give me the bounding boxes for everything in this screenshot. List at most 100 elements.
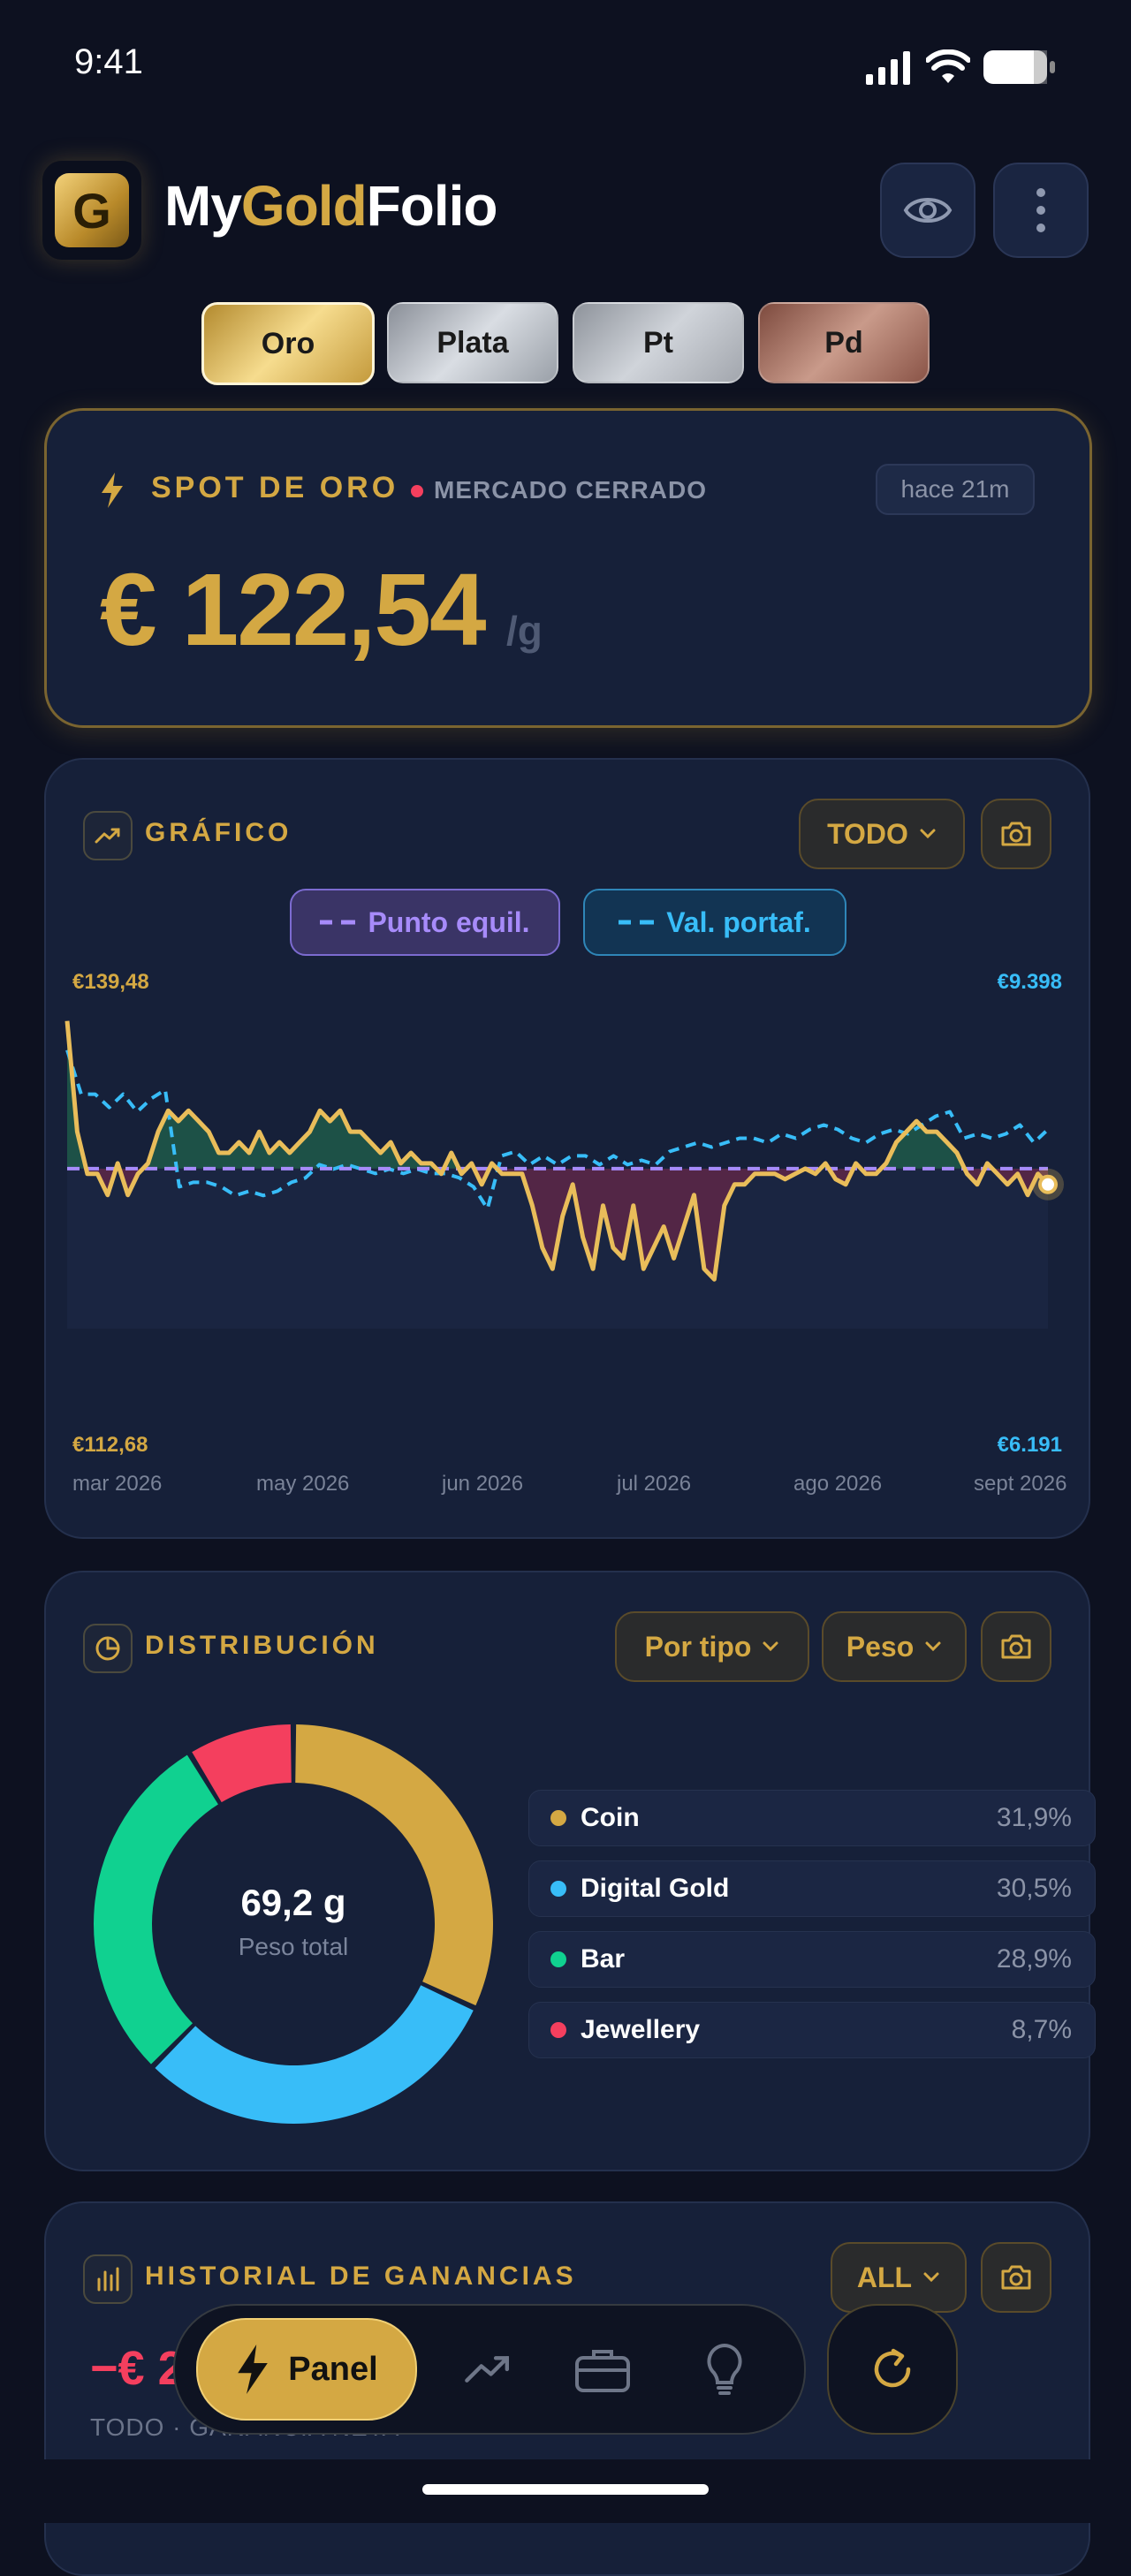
history-range-dropdown[interactable]: ALL (831, 2242, 967, 2313)
chart-range-dropdown[interactable]: TODO (799, 799, 965, 869)
distribution-header-icon (83, 1624, 133, 1673)
legend-item[interactable]: Coin 31,9% (528, 1790, 1096, 1846)
legend-item[interactable]: Jewellery 8,7% (528, 2002, 1096, 2058)
legend-label: Coin (581, 1803, 640, 1832)
legend-item[interactable]: Bar 28,9% (528, 1931, 1096, 1988)
spot-title: SPOT DE ORO (151, 471, 399, 504)
chevron-down-icon (923, 2272, 939, 2283)
spot-price-card: SPOT DE ORO MERCADO CERRADO hace 21m € 1… (44, 408, 1092, 728)
x-tick-label: may 2026 (256, 1472, 350, 1496)
legend-breakeven-chip[interactable]: Punto equil. (290, 889, 560, 956)
legend-color-dot (550, 1810, 566, 1826)
tab-pd-label: Pd (824, 325, 863, 360)
dashed-line-icon (619, 920, 655, 925)
legend-value: 28,9% (996, 1944, 1072, 1974)
right-axis-max: €9.398 (997, 970, 1062, 994)
trend-up-icon (465, 2356, 509, 2383)
privacy-toggle-button[interactable] (880, 163, 975, 258)
chart-range-label: TODO (827, 817, 908, 850)
distribution-screenshot-button[interactable] (981, 1611, 1051, 1682)
nav-insights-button[interactable] (693, 2336, 756, 2403)
tab-pd[interactable]: Pd (758, 302, 930, 383)
spot-unit: /g (506, 608, 543, 654)
market-status: MERCADO CERRADO (434, 476, 707, 504)
legend-value: 30,5% (996, 1874, 1072, 1903)
legend-value: 31,9% (996, 1803, 1072, 1832)
lightbulb-icon (707, 2343, 742, 2395)
bar-chart-icon (97, 2267, 119, 2292)
distribution-card: DISTRIBUCIÓN Por tipo Peso 69,2 g Peso t… (44, 1571, 1096, 2171)
brand-part-1: My (164, 174, 242, 238)
chevron-down-icon (925, 1641, 941, 1652)
history-screenshot-button[interactable] (981, 2242, 1051, 2313)
tab-oro[interactable]: Oro (201, 302, 375, 385)
donut-slice (295, 1724, 493, 2006)
spot-price: € 122,54 (100, 552, 487, 667)
dashed-line-icon (320, 920, 356, 925)
chart-title: GRÁFICO (145, 818, 292, 847)
camera-icon (1001, 1634, 1031, 1659)
nav-trends-button[interactable] (456, 2337, 520, 2401)
group-by-dropdown[interactable]: Por tipo (615, 1611, 809, 1682)
camera-icon (1001, 2265, 1031, 2290)
app-logo: G (42, 161, 141, 260)
history-range-label: ALL (856, 2261, 913, 2293)
metric-label: Peso (846, 1630, 915, 1663)
updated-text: hace 21m (900, 475, 1010, 503)
legend-color-dot (550, 1951, 566, 1967)
tab-plata[interactable]: Plata (387, 302, 558, 383)
briefcase-icon (575, 2350, 630, 2392)
legend-label: Bar (581, 1944, 626, 1974)
updated-badge: hace 21m (876, 464, 1035, 515)
right-axis-min: €6.191 (997, 1433, 1062, 1457)
legend-portfolio-label: Val. portaf. (666, 905, 811, 938)
chevron-down-icon (763, 1641, 778, 1652)
distribution-title: DISTRIBUCIÓN (145, 1631, 379, 1660)
wifi-icon (925, 49, 971, 89)
camera-icon (1001, 822, 1031, 846)
nav-panel-label: Panel (288, 2350, 378, 2388)
legend-item[interactable]: Digital Gold 30,5% (528, 1860, 1096, 1917)
chevron-down-icon (920, 829, 936, 839)
brand-part-2: Gold (240, 174, 368, 238)
more-vertical-icon (1036, 188, 1045, 232)
left-axis-min: €112,68 (72, 1433, 148, 1457)
donut-center-label: Peso total (238, 1933, 349, 1960)
chart-screenshot-button[interactable] (981, 799, 1051, 869)
legend-portfolio-chip[interactable]: Val. portaf. (583, 889, 846, 956)
history-title: HISTORIAL DE GANANCIAS (145, 2262, 577, 2291)
logo-letter: G (72, 182, 111, 239)
bottom-nav: Panel (173, 2304, 806, 2435)
refresh-icon (874, 2348, 911, 2388)
pie-chart-icon (95, 1636, 120, 1661)
donut-center-value: 69,2 g (240, 1882, 346, 1923)
refresh-button[interactable] (827, 2304, 958, 2435)
price-chart[interactable] (62, 1002, 1069, 1422)
legend-label: Jewellery (581, 2015, 701, 2044)
legend-color-dot (550, 1881, 566, 1897)
tab-plata-label: Plata (436, 325, 509, 360)
tab-oro-label: Oro (261, 326, 315, 360)
market-closed-dot (411, 485, 423, 497)
x-axis-ticks: mar 2026 may 2026 jun 2026 jul 2026 ago 2026… (46, 1472, 1089, 1498)
status-time: 9:41 (74, 42, 143, 81)
app-title: MyGoldFolio (164, 173, 497, 239)
metric-dropdown[interactable]: Peso (822, 1611, 967, 1682)
x-tick-label: mar 2026 (72, 1472, 163, 1496)
distribution-donut[interactable] (90, 1721, 497, 2127)
signal-icon (866, 51, 912, 89)
nav-portfolio-button[interactable] (571, 2337, 634, 2401)
chart-header-icon (83, 811, 133, 860)
lightning-icon (102, 473, 123, 508)
left-axis-max: €139,48 (72, 970, 149, 994)
trend-up-icon (95, 828, 120, 844)
nav-panel-button[interactable]: Panel (196, 2318, 417, 2421)
more-menu-button[interactable] (993, 163, 1089, 258)
x-tick-label: ago 2026 (793, 1472, 883, 1496)
brand-part-3: Folio (366, 174, 498, 238)
current-point (1038, 1174, 1058, 1194)
tab-pt[interactable]: Pt (573, 302, 744, 383)
home-indicator (422, 2484, 709, 2495)
net-profit-value: −€ 2 (90, 2342, 185, 2395)
group-by-label: Por tipo (644, 1630, 752, 1663)
